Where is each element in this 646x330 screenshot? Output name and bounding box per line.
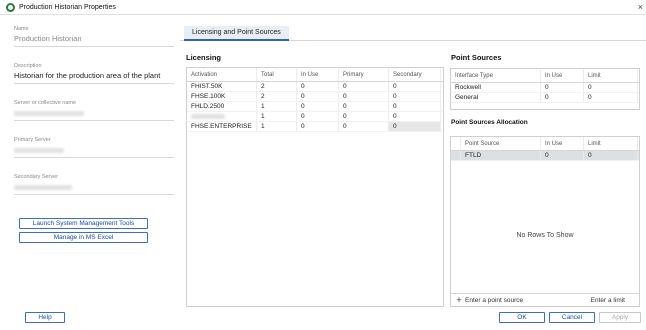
licensing-header: Activation Total In Use Primary Secondar… xyxy=(187,68,443,82)
manage-in-excel-button[interactable]: Manage in MS Excel xyxy=(19,232,148,243)
cell-redacted xyxy=(187,112,257,121)
licensing-title: Licensing xyxy=(186,53,222,62)
cell: 0 xyxy=(339,112,389,121)
cell: 0 xyxy=(339,82,389,91)
cell: FHSE.ENTERPRISE xyxy=(187,122,257,131)
licensing-grid: Activation Total In Use Primary Secondar… xyxy=(186,67,444,307)
cell: General xyxy=(451,93,541,102)
col-limit[interactable]: Limit xyxy=(584,69,638,82)
cell-spacer xyxy=(451,151,461,160)
properties-panel: Name Production Historian Description Hi… xyxy=(14,26,174,211)
title-bar: Production Historian Properties × xyxy=(0,0,646,15)
name-field[interactable]: Name Production Historian xyxy=(14,26,174,47)
cell: 1 xyxy=(257,102,297,111)
cell: 0 xyxy=(297,92,339,101)
help-button[interactable]: Help xyxy=(25,312,65,323)
ok-button[interactable]: OK xyxy=(499,312,545,323)
allocation-header: Point Source In Use Limit xyxy=(451,137,639,151)
cell: 0 xyxy=(339,102,389,111)
table-row[interactable]: Rockwell 0 0 xyxy=(451,83,639,93)
close-icon[interactable]: × xyxy=(638,2,643,12)
primary-server-field[interactable]: Primary Server xyxy=(14,137,174,158)
cell: 0 xyxy=(297,102,339,111)
cell: 2 xyxy=(257,82,297,91)
allocation-title: Point Sources Allocation xyxy=(451,119,528,126)
cell: 0 xyxy=(339,92,389,101)
cell-selected: 0 xyxy=(389,122,441,131)
tab-bar: Licensing and Point Sources xyxy=(180,26,646,41)
cell: 0 xyxy=(297,112,339,121)
cell: 1 xyxy=(257,122,297,131)
apply-button[interactable]: Apply xyxy=(599,312,641,323)
plus-icon[interactable]: + xyxy=(453,295,465,305)
description-value[interactable]: Historian for the production area of the… xyxy=(14,71,174,84)
col-activation[interactable]: Activation xyxy=(187,68,257,81)
secondary-server-field[interactable]: Secondary Server xyxy=(14,174,174,195)
cell: FHIST.50K xyxy=(187,82,257,91)
cell: 0 xyxy=(297,122,339,131)
cell: 1 xyxy=(257,112,297,121)
primary-server-label: Primary Server xyxy=(14,137,51,143)
point-sources-header: Interface Type In Use Limit xyxy=(451,69,639,83)
cell: FHLD.2500 xyxy=(187,102,257,111)
name-value[interactable]: Production Historian xyxy=(14,34,174,47)
cancel-button[interactable]: Cancel xyxy=(549,312,595,323)
cell: Rockwell xyxy=(451,83,541,92)
col-secondary[interactable]: Secondary xyxy=(389,68,441,81)
cell: 0 xyxy=(584,151,638,160)
cell: FTLD xyxy=(461,151,541,160)
table-row[interactable]: 1 0 0 0 xyxy=(187,112,443,122)
allocation-grid: Point Source In Use Limit FTLD 0 0 No Ro… xyxy=(450,136,640,307)
col-in-use[interactable]: In Use xyxy=(297,68,339,81)
tab-licensing-and-point-sources[interactable]: Licensing and Point Sources xyxy=(184,26,289,41)
cell: 0 xyxy=(389,82,441,91)
description-label: Description xyxy=(14,63,42,69)
col-point-source[interactable]: Point Source xyxy=(461,137,541,150)
cell: 0 xyxy=(584,83,638,92)
app-icon xyxy=(6,2,15,12)
launch-system-management-tools-button[interactable]: Launch System Management Tools xyxy=(19,218,148,229)
table-row[interactable]: General 0 0 xyxy=(451,93,639,103)
point-sources-title: Point Sources xyxy=(451,53,502,62)
secondary-server-label: Secondary Server xyxy=(14,174,59,180)
server-label: Server or collective name xyxy=(14,100,77,106)
table-row[interactable]: FTLD 0 0 xyxy=(451,151,639,161)
col-limit[interactable]: Limit xyxy=(584,137,638,150)
cell: 0 xyxy=(339,122,389,131)
table-row[interactable]: FHSE.ENTERPRISE 1 0 0 0 xyxy=(187,122,443,132)
cell: 0 xyxy=(389,102,441,111)
description-field[interactable]: Description Historian for the production… xyxy=(14,63,174,84)
col-interface-type[interactable]: Interface Type xyxy=(451,69,541,82)
col-in-use[interactable]: In Use xyxy=(541,69,584,82)
cell: FHSE.100K xyxy=(187,92,257,101)
no-rows-message: No Rows To Show xyxy=(516,232,574,239)
col-spacer xyxy=(451,137,461,150)
secondary-server-value-redacted[interactable] xyxy=(14,182,174,195)
col-in-use[interactable]: In Use xyxy=(541,137,584,150)
col-primary[interactable]: Primary xyxy=(339,68,389,81)
table-row[interactable]: FHLD.2500 1 0 0 0 xyxy=(187,102,443,112)
col-total[interactable]: Total xyxy=(257,68,297,81)
server-value-redacted[interactable] xyxy=(14,108,174,121)
point-source-input[interactable]: Enter a point source xyxy=(465,297,523,304)
cell: 0 xyxy=(541,93,584,102)
cell: 0 xyxy=(541,151,584,160)
limit-input[interactable]: Enter a limit xyxy=(591,297,625,304)
add-point-source-row: + Enter a point source Enter a limit xyxy=(451,293,639,306)
primary-server-value-redacted[interactable] xyxy=(14,145,174,158)
cell: 0 xyxy=(541,83,584,92)
cell: 0 xyxy=(389,112,441,121)
point-sources-grid: Interface Type In Use Limit Rockwell 0 0… xyxy=(450,68,640,110)
server-field[interactable]: Server or collective name xyxy=(14,100,174,121)
cell: 0 xyxy=(389,92,441,101)
cell: 2 xyxy=(257,92,297,101)
table-row[interactable]: FHSE.100K 2 0 0 0 xyxy=(187,92,443,102)
table-row[interactable]: FHIST.50K 2 0 0 0 xyxy=(187,82,443,92)
name-label: Name xyxy=(14,26,29,32)
window-title: Production Historian Properties xyxy=(19,3,116,11)
cell: 0 xyxy=(584,93,638,102)
cell: 0 xyxy=(297,82,339,91)
